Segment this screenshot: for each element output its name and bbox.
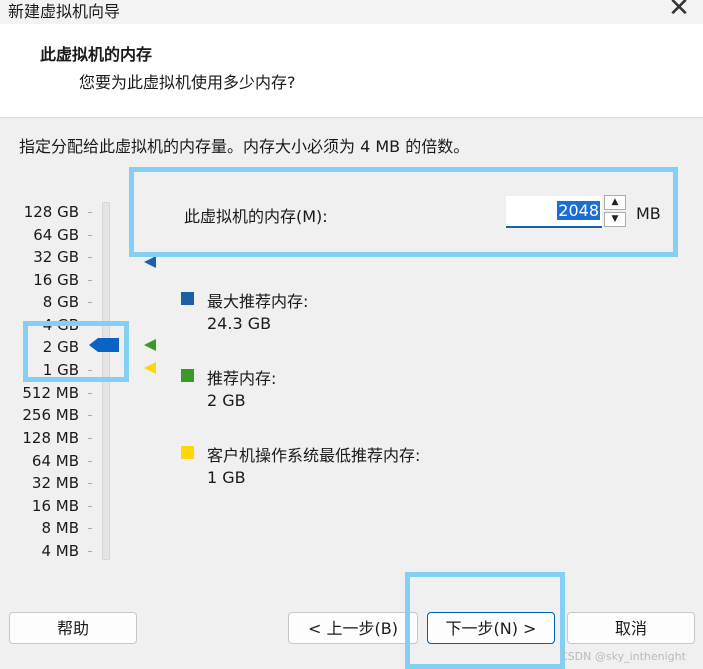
legend-name: 推荐内存: bbox=[207, 369, 277, 388]
tick bbox=[88, 302, 92, 303]
scale-label: 128 MB bbox=[22, 429, 79, 447]
window-title: 新建虚拟机向导 bbox=[8, 2, 121, 21]
next-button-highlight bbox=[405, 572, 565, 669]
page-title: 此虚拟机的内存 bbox=[40, 45, 153, 64]
watermark: CSDN @sky_inthenight bbox=[560, 650, 686, 663]
legend-value: 2 GB bbox=[207, 391, 246, 410]
title-bar: 新建虚拟机向导 ✕ bbox=[0, 0, 703, 24]
tick bbox=[88, 528, 92, 529]
scale-label: 8 MB bbox=[41, 519, 79, 537]
tick bbox=[88, 393, 92, 394]
tick bbox=[88, 461, 92, 462]
tick bbox=[88, 506, 92, 507]
scale-label: 16 GB bbox=[33, 271, 79, 289]
max-recommended-marker-icon bbox=[144, 256, 156, 268]
legend-value: 1 GB bbox=[207, 468, 246, 487]
min-recommended-marker-icon bbox=[144, 362, 156, 374]
scale-label: 512 MB bbox=[22, 384, 79, 402]
legend-name: 客户机操作系统最低推荐内存: bbox=[207, 446, 421, 465]
legend-value: 24.3 GB bbox=[207, 314, 272, 333]
tick bbox=[88, 415, 92, 416]
scale-label: 64 GB bbox=[33, 226, 79, 244]
tick bbox=[88, 483, 92, 484]
scale-label: 32 GB bbox=[33, 248, 79, 266]
back-button[interactable]: < 上一步(B) bbox=[288, 612, 418, 644]
scale-label: 256 MB bbox=[22, 406, 79, 424]
close-icon[interactable]: ✕ bbox=[659, 0, 699, 24]
scale-label: 128 GB bbox=[23, 203, 79, 221]
recommended-marker-icon bbox=[144, 339, 156, 351]
max-recommended-swatch bbox=[181, 292, 194, 305]
slider-highlight bbox=[23, 321, 129, 382]
cancel-button[interactable]: 取消 bbox=[567, 612, 695, 644]
tick bbox=[88, 257, 92, 258]
memory-input-highlight bbox=[129, 167, 678, 257]
help-button[interactable]: 帮助 bbox=[9, 612, 137, 644]
instruction-text: 指定分配给此虚拟机的内存量。内存大小必须为 4 MB 的倍数。 bbox=[19, 137, 470, 156]
tick bbox=[88, 438, 92, 439]
page-subtitle: 您要为此虚拟机使用多少内存? bbox=[79, 73, 296, 92]
tick bbox=[88, 280, 92, 281]
legend-name: 最大推荐内存: bbox=[207, 292, 309, 311]
wizard-header: 此虚拟机的内存 您要为此虚拟机使用多少内存? bbox=[0, 24, 703, 118]
recommended-swatch bbox=[181, 369, 194, 382]
scale-label: 16 MB bbox=[31, 497, 79, 515]
scale-label: 8 GB bbox=[42, 293, 79, 311]
scale-label: 4 MB bbox=[41, 542, 79, 560]
min-recommended-swatch bbox=[181, 446, 194, 459]
tick bbox=[88, 551, 92, 552]
scale-label: 64 MB bbox=[31, 452, 79, 470]
tick bbox=[88, 235, 92, 236]
scale-label: 32 MB bbox=[31, 474, 79, 492]
tick bbox=[88, 212, 92, 213]
